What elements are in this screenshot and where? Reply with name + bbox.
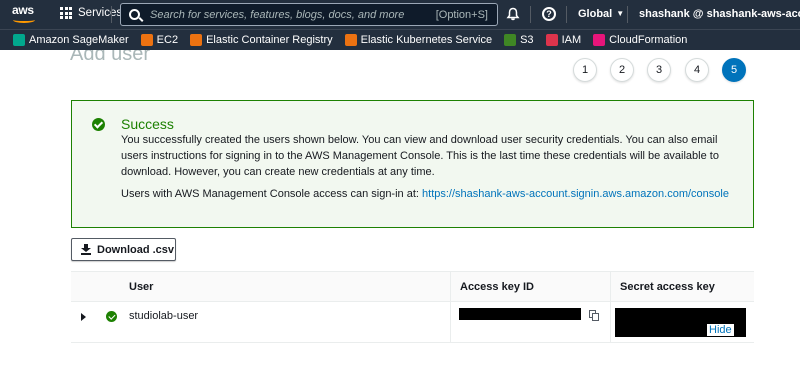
step-1[interactable]: 1 xyxy=(573,58,597,82)
aws-logo-text: aws xyxy=(12,3,34,17)
alert-body: You successfully created the users shown… xyxy=(121,134,719,178)
signin-url-link[interactable]: https://shashank-aws-account.signin.aws.… xyxy=(422,188,729,200)
step-2[interactable]: 2 xyxy=(610,58,634,82)
favorite-label: Elastic Container Registry xyxy=(206,34,333,46)
region-label: Global xyxy=(578,8,613,20)
nav-divider xyxy=(530,6,531,23)
account-menu[interactable]: shashank @ shashank-aws-account▼ xyxy=(639,8,800,20)
region-selector[interactable]: Global ▼ xyxy=(578,8,624,20)
signin-text: Users with AWS Management Console access… xyxy=(121,188,729,200)
page-title: Add user xyxy=(70,50,151,65)
table-header: User Access key ID Secret access key xyxy=(71,271,754,303)
caret-down-icon: ▼ xyxy=(616,9,625,18)
search-shortcut: [Option+S] xyxy=(435,8,488,21)
step-5[interactable]: 5 xyxy=(722,58,746,82)
access-key-id-redacted xyxy=(459,308,581,320)
favorite-label: Elastic Kubernetes Service xyxy=(360,34,493,46)
services-label: Services xyxy=(78,7,123,19)
success-check-icon xyxy=(92,118,105,131)
alert-title: Success xyxy=(121,116,174,132)
s3-icon xyxy=(504,34,517,46)
nav-divider xyxy=(627,6,628,23)
success-check-icon xyxy=(106,311,117,322)
step-3[interactable]: 3 xyxy=(647,58,671,82)
search-input[interactable]: Search for services, features, blogs, do… xyxy=(120,3,498,26)
favorite-label: Amazon SageMaker xyxy=(29,34,129,46)
column-divider xyxy=(450,302,451,343)
favorite-label: IAM xyxy=(561,34,582,46)
column-header-user[interactable]: User xyxy=(120,272,450,303)
favorite-ec2[interactable]: EC2 xyxy=(140,34,179,46)
column-header-access-key-id[interactable]: Access key ID xyxy=(450,272,610,303)
download-icon xyxy=(81,244,91,255)
user-name-cell: studiolab-user xyxy=(129,310,199,322)
favorites-bar: Amazon SageMaker EC2 Elastic Container Reg… xyxy=(0,29,800,50)
aws-smile-icon xyxy=(13,17,35,23)
favorite-cloudformation[interactable]: CloudFormation xyxy=(593,34,687,46)
account-label: shashank @ shashank-aws-account xyxy=(639,8,800,20)
signin-prefix: Users with AWS Management Console access… xyxy=(121,188,423,200)
services-menu-button[interactable]: Services xyxy=(60,7,122,19)
eks-icon xyxy=(344,34,357,46)
table-row: studiolab-user Hide xyxy=(71,302,754,343)
column-header-secret-access-key[interactable]: Secret access key xyxy=(610,272,754,303)
cloudformation-icon xyxy=(593,34,606,46)
column-divider xyxy=(610,302,611,343)
nav-divider xyxy=(566,6,567,23)
sagemaker-icon xyxy=(13,34,25,46)
ecr-icon xyxy=(190,34,203,46)
success-alert: Success You successfully created the use… xyxy=(71,100,754,228)
favorite-iam[interactable]: IAM xyxy=(545,34,582,46)
search-icon xyxy=(129,9,140,20)
bell-icon[interactable] xyxy=(506,7,520,21)
favorite-label: CloudFormation xyxy=(609,34,688,46)
iam-icon xyxy=(545,34,558,46)
nav-divider xyxy=(111,6,112,23)
search-placeholder: Search for services, features, blogs, do… xyxy=(150,8,405,21)
favorite-s3[interactable]: S3 xyxy=(504,34,534,46)
hide-secret-link[interactable]: Hide xyxy=(707,324,734,336)
ec2-icon xyxy=(140,34,153,46)
copy-icon[interactable] xyxy=(589,310,600,321)
favorite-label: EC2 xyxy=(156,34,179,46)
top-navigation: aws Services Search for services, featur… xyxy=(0,0,800,29)
favorite-ecr[interactable]: Elastic Container Registry xyxy=(190,34,333,46)
help-icon[interactable]: ? xyxy=(542,7,556,21)
aws-logo[interactable]: aws xyxy=(12,4,38,26)
favorite-eks[interactable]: Elastic Kubernetes Service xyxy=(344,34,493,46)
step-4[interactable]: 4 xyxy=(685,58,709,82)
favorite-sagemaker[interactable]: Amazon SageMaker xyxy=(13,34,129,46)
grid-icon xyxy=(60,7,72,19)
favorite-label: S3 xyxy=(520,34,534,46)
download-csv-button[interactable]: Download .csv xyxy=(71,238,176,261)
expand-row-icon[interactable] xyxy=(81,313,86,321)
download-csv-label: Download .csv xyxy=(97,243,175,256)
users-table: User Access key ID Secret access key stu… xyxy=(71,271,754,343)
